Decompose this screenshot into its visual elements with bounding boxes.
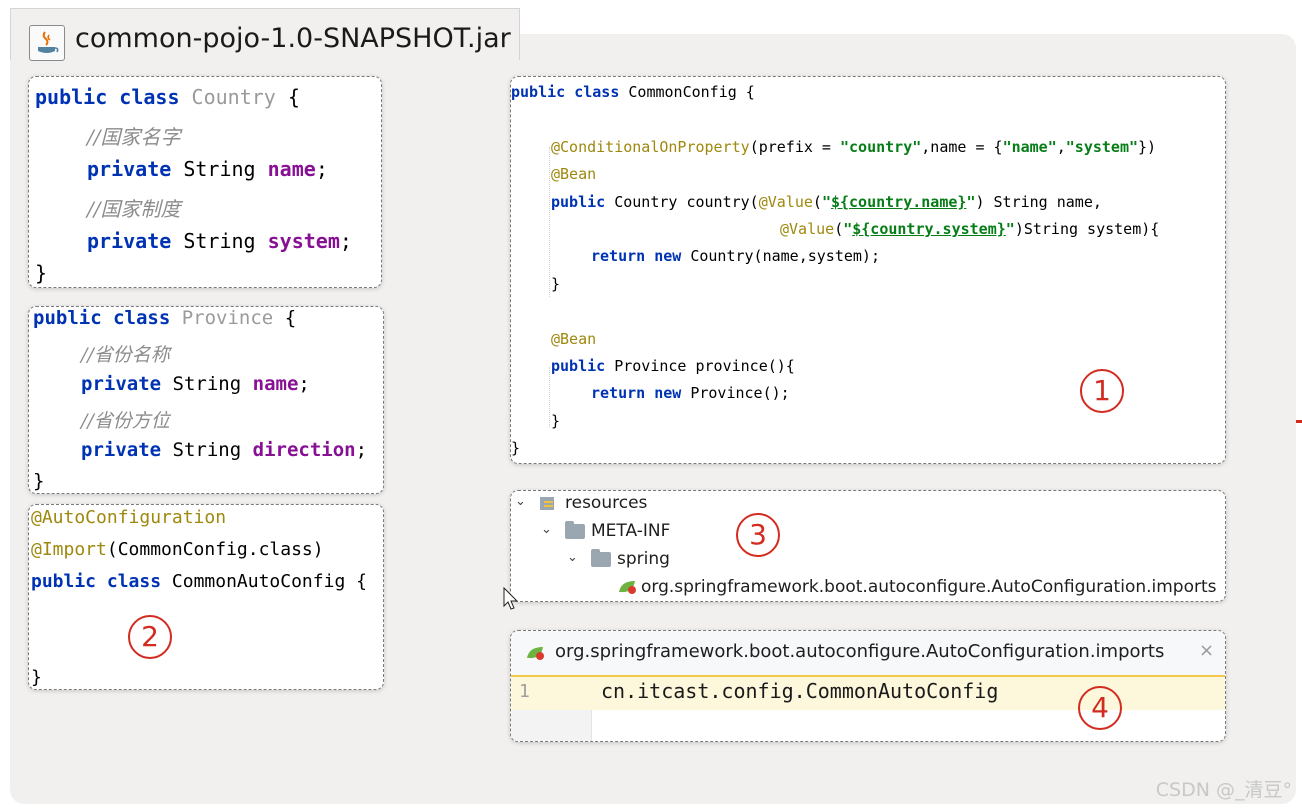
line-number: 1 bbox=[519, 681, 530, 702]
code-line: } bbox=[35, 261, 48, 285]
code-line: } bbox=[31, 667, 42, 688]
code-line: } bbox=[33, 470, 45, 492]
folder-icon bbox=[565, 521, 585, 539]
province-class-box: public class Province { //省份名称 private S… bbox=[28, 306, 384, 494]
chevron-down-icon[interactable]: ⌄ bbox=[541, 522, 552, 537]
chevron-down-icon[interactable]: ⌄ bbox=[515, 494, 526, 509]
chevron-down-icon[interactable]: ⌄ bbox=[567, 550, 578, 565]
code-line: public Country country(@Value("${country… bbox=[551, 193, 1102, 211]
folder-icon bbox=[591, 549, 611, 567]
marker-3: 3 bbox=[736, 513, 780, 557]
editor-line-content[interactable]: cn.itcast.config.CommonAutoConfig bbox=[601, 679, 998, 703]
spring-leaf-icon bbox=[617, 579, 637, 595]
country-class-box: public class Country { //国家名字 private St… bbox=[28, 76, 382, 288]
code-line: public class Country { bbox=[35, 85, 300, 109]
comment-line: //国家名字 bbox=[87, 125, 181, 149]
resources-tree-box: ⌄ resources ⌄ META-INF ⌄ spring org.spri… bbox=[510, 490, 1226, 602]
common-config-box: public class CommonConfig { @Conditional… bbox=[510, 76, 1226, 464]
jar-file-title: common-pojo-1.0-SNAPSHOT.jar bbox=[75, 23, 511, 54]
code-line: return new Country(name,system); bbox=[591, 247, 880, 265]
code-line: @ConditionalOnProperty(prefix = "country… bbox=[551, 138, 1157, 156]
annotation-line: @AutoConfiguration bbox=[31, 507, 227, 528]
code-line: @Import(CommonConfig.class) bbox=[31, 539, 324, 560]
auto-config-box: @AutoConfiguration @Import(CommonConfig.… bbox=[28, 504, 384, 690]
close-icon[interactable]: × bbox=[1199, 640, 1214, 661]
code-line: } bbox=[551, 412, 561, 430]
code-line: private String system; bbox=[87, 229, 352, 253]
comment-line: //省份名称 bbox=[81, 344, 170, 366]
java-jar-icon bbox=[29, 25, 65, 61]
code-line: return new Province(); bbox=[591, 384, 790, 402]
cursor-icon bbox=[503, 586, 519, 611]
tree-item-imports-file[interactable]: org.springframework.boot.autoconfigure.A… bbox=[641, 577, 1217, 597]
spring-leaf-icon bbox=[525, 645, 545, 661]
edge-mark bbox=[1296, 420, 1302, 423]
code-line: private String direction; bbox=[81, 439, 368, 461]
code-line: private String name; bbox=[81, 373, 310, 395]
resources-folder-icon bbox=[539, 495, 557, 511]
code-line: public Province province(){ bbox=[551, 357, 795, 375]
annotation-line: @Bean bbox=[551, 330, 597, 348]
code-line: public class CommonConfig { bbox=[511, 83, 755, 101]
editor-tab[interactable]: org.springframework.boot.autoconfigure.A… bbox=[511, 631, 1225, 677]
imports-editor-box: org.springframework.boot.autoconfigure.A… bbox=[510, 630, 1226, 742]
code-line: public class CommonAutoConfig { bbox=[31, 571, 367, 592]
tree-item-spring[interactable]: spring bbox=[617, 549, 670, 569]
comment-line: //国家制度 bbox=[87, 197, 181, 221]
tree-item-resources[interactable]: resources bbox=[565, 493, 647, 513]
annotation-line: @Bean bbox=[551, 165, 597, 183]
editor-tab-label: org.springframework.boot.autoconfigure.A… bbox=[555, 641, 1165, 662]
comment-line: //省份方位 bbox=[81, 410, 170, 432]
tree-item-meta-inf[interactable]: META-INF bbox=[591, 521, 670, 541]
code-line: } bbox=[511, 439, 521, 457]
marker-4: 4 bbox=[1078, 686, 1122, 730]
code-line: private String name; bbox=[87, 157, 328, 181]
code-line: @Value("${country.system}")String system… bbox=[780, 220, 1160, 238]
code-line: public class Province { bbox=[33, 307, 297, 329]
marker-1: 1 bbox=[1080, 369, 1124, 413]
watermark: CSDN @_清豆° bbox=[1155, 779, 1292, 801]
title-tab: common-pojo-1.0-SNAPSHOT.jar bbox=[10, 8, 520, 61]
marker-2: 2 bbox=[128, 615, 172, 659]
code-line: } bbox=[551, 275, 561, 293]
